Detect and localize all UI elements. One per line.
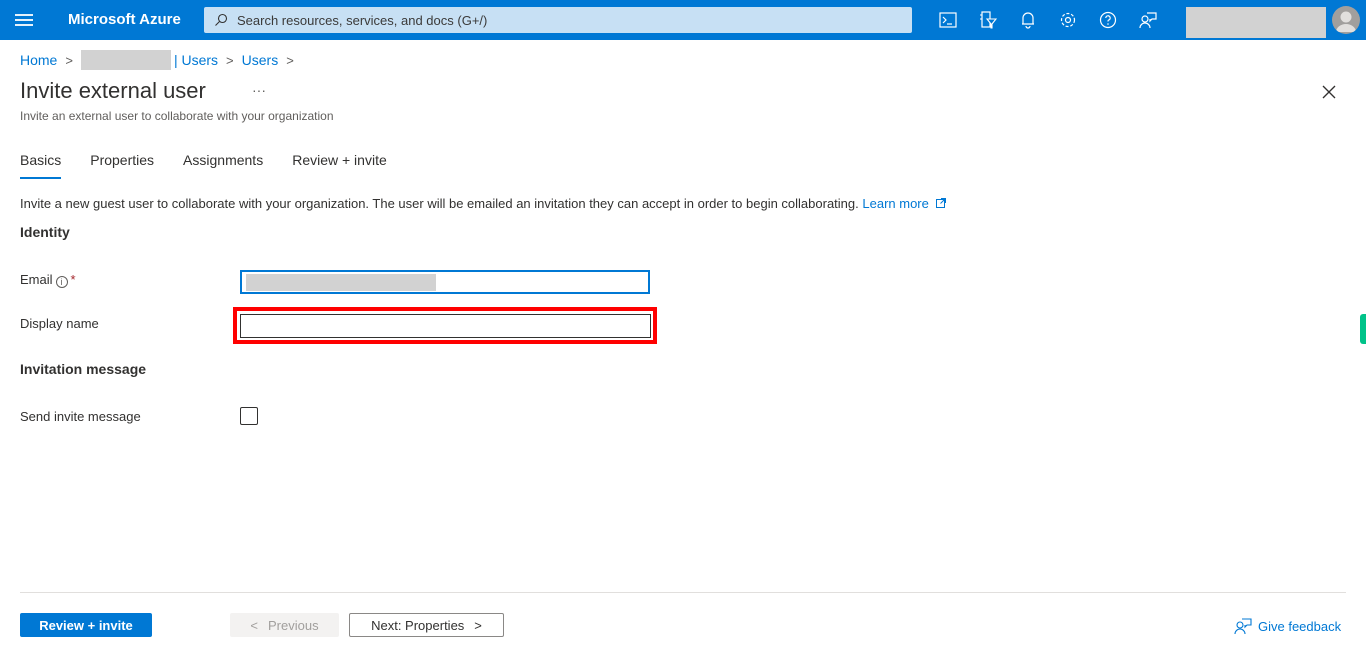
search-input[interactable] xyxy=(237,12,837,28)
tab-basics[interactable]: Basics xyxy=(20,152,62,179)
page-title: Invite external user xyxy=(20,78,206,103)
settings-icon[interactable] xyxy=(1056,8,1080,32)
cloud-shell-icon[interactable] xyxy=(936,8,960,32)
directory-filter-icon[interactable] xyxy=(976,8,1000,32)
chevron-right-icon: > xyxy=(474,617,482,633)
breadcrumb-tenant-users[interactable]: | Users xyxy=(174,52,218,68)
chevron-right-icon: > xyxy=(286,52,294,68)
chevron-right-icon: > xyxy=(226,52,234,68)
email-field[interactable] xyxy=(240,270,650,294)
previous-button[interactable]: < Previous xyxy=(230,613,339,637)
required-marker: * xyxy=(70,272,76,287)
wizard-tabs: Basics Properties Assignments Review + i… xyxy=(20,152,416,179)
give-feedback-label: Give feedback xyxy=(1258,618,1342,634)
display-name-field[interactable] xyxy=(240,314,651,338)
tab-review-invite[interactable]: Review + invite xyxy=(292,152,387,179)
page-subtitle: Invite an external user to collaborate w… xyxy=(20,109,334,123)
side-panel-handle[interactable] xyxy=(1360,314,1366,344)
intro-text-block: Invite a new guest user to collaborate w… xyxy=(20,196,947,211)
portal-menu-icon[interactable] xyxy=(15,12,33,28)
next-label: Next: Properties xyxy=(371,617,465,633)
send-invite-checkbox[interactable] xyxy=(240,407,258,425)
brand-logo-text[interactable]: Microsoft Azure xyxy=(68,11,181,28)
search-icon xyxy=(215,13,228,26)
display-name-label: Display name xyxy=(20,316,99,331)
breadcrumb: Home > | Users > Users > xyxy=(20,50,302,70)
external-link-icon xyxy=(936,198,947,208)
tab-assignments[interactable]: Assignments xyxy=(183,152,263,179)
previous-label: Previous xyxy=(268,617,319,633)
next-properties-button[interactable]: Next: Properties > xyxy=(349,613,504,637)
chevron-left-icon: < xyxy=(250,617,258,633)
help-icon[interactable] xyxy=(1096,8,1120,32)
more-options-button[interactable]: ··· xyxy=(252,82,266,98)
breadcrumb-users[interactable]: Users xyxy=(242,52,279,68)
account-info[interactable] xyxy=(1186,7,1326,38)
top-navigation-bar: Microsoft Azure xyxy=(0,0,1366,40)
breadcrumb-home[interactable]: Home xyxy=(20,52,57,68)
avatar[interactable] xyxy=(1332,6,1360,34)
give-feedback-link[interactable]: Give feedback xyxy=(1234,617,1341,635)
learn-more-link[interactable]: Learn more xyxy=(862,196,947,211)
footer-divider xyxy=(20,592,1346,593)
intro-text: Invite a new guest user to collaborate w… xyxy=(20,196,859,211)
info-icon[interactable]: i xyxy=(55,276,68,288)
email-label: Email xyxy=(20,272,53,287)
global-search[interactable] xyxy=(204,7,912,33)
chevron-right-icon: > xyxy=(65,52,73,68)
email-label-group: Email i * xyxy=(20,272,76,288)
notifications-icon[interactable] xyxy=(1016,8,1040,32)
review-invite-button[interactable]: Review + invite xyxy=(20,613,152,637)
learn-more-label: Learn more xyxy=(862,196,929,211)
identity-heading: Identity xyxy=(20,224,70,240)
tab-properties[interactable]: Properties xyxy=(90,152,154,179)
email-value-redacted xyxy=(246,274,436,291)
feedback-icon[interactable] xyxy=(1136,8,1160,32)
close-icon[interactable] xyxy=(1320,83,1338,101)
breadcrumb-tenant-redacted[interactable] xyxy=(80,50,171,70)
feedback-icon xyxy=(1234,618,1252,635)
send-invite-label: Send invite message xyxy=(20,409,141,424)
invitation-message-heading: Invitation message xyxy=(20,361,147,377)
